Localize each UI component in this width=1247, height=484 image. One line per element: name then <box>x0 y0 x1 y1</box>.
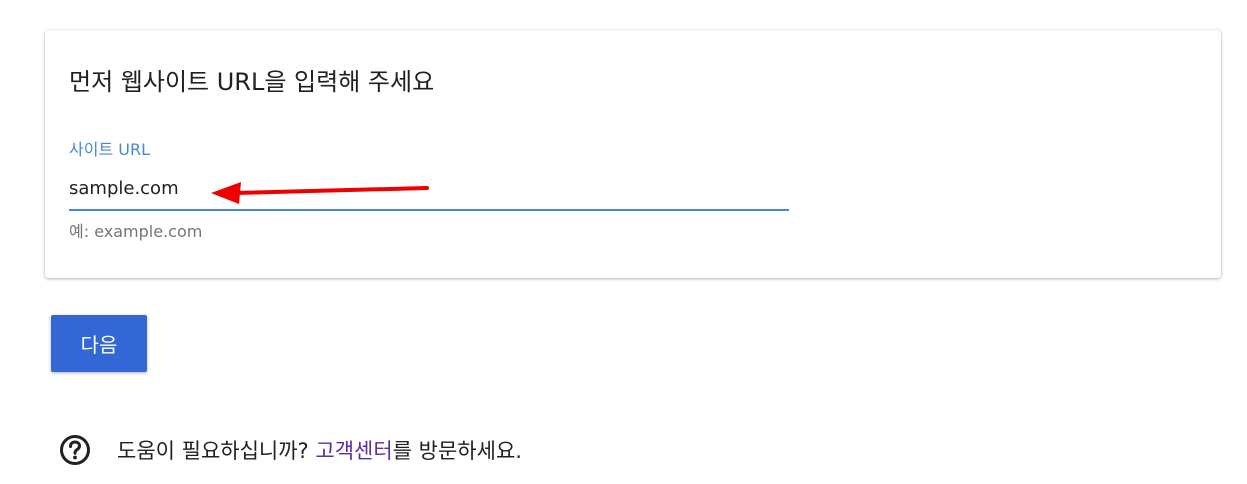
help-text-before: 도움이 필요하십니까? <box>117 439 316 463</box>
help-circle-icon <box>60 435 90 465</box>
red-arrow-head <box>211 182 241 204</box>
card-title: 먼저 웹사이트 URL을 입력해 주세요 <box>69 68 435 96</box>
help-text: 도움이 필요하십니까? 고객센터를 방문하세요. <box>117 435 522 465</box>
site-url-helper-text: 예: example.com <box>69 222 203 241</box>
url-entry-card: 먼저 웹사이트 URL을 입력해 주세요 사이트 URL 예: example.… <box>45 30 1221 278</box>
help-row: 도움이 필요하십니까? 고객센터를 방문하세요. <box>59 432 522 468</box>
help-text-after: 를 방문하세요. <box>392 439 522 463</box>
red-arrow-icon <box>211 182 429 204</box>
site-url-label: 사이트 URL <box>69 140 150 159</box>
red-arrow-shaft <box>233 186 429 195</box>
next-button[interactable]: 다음 <box>51 315 147 372</box>
site-url-underline <box>69 209 789 211</box>
help-center-link[interactable]: 고객센터 <box>315 439 392 463</box>
